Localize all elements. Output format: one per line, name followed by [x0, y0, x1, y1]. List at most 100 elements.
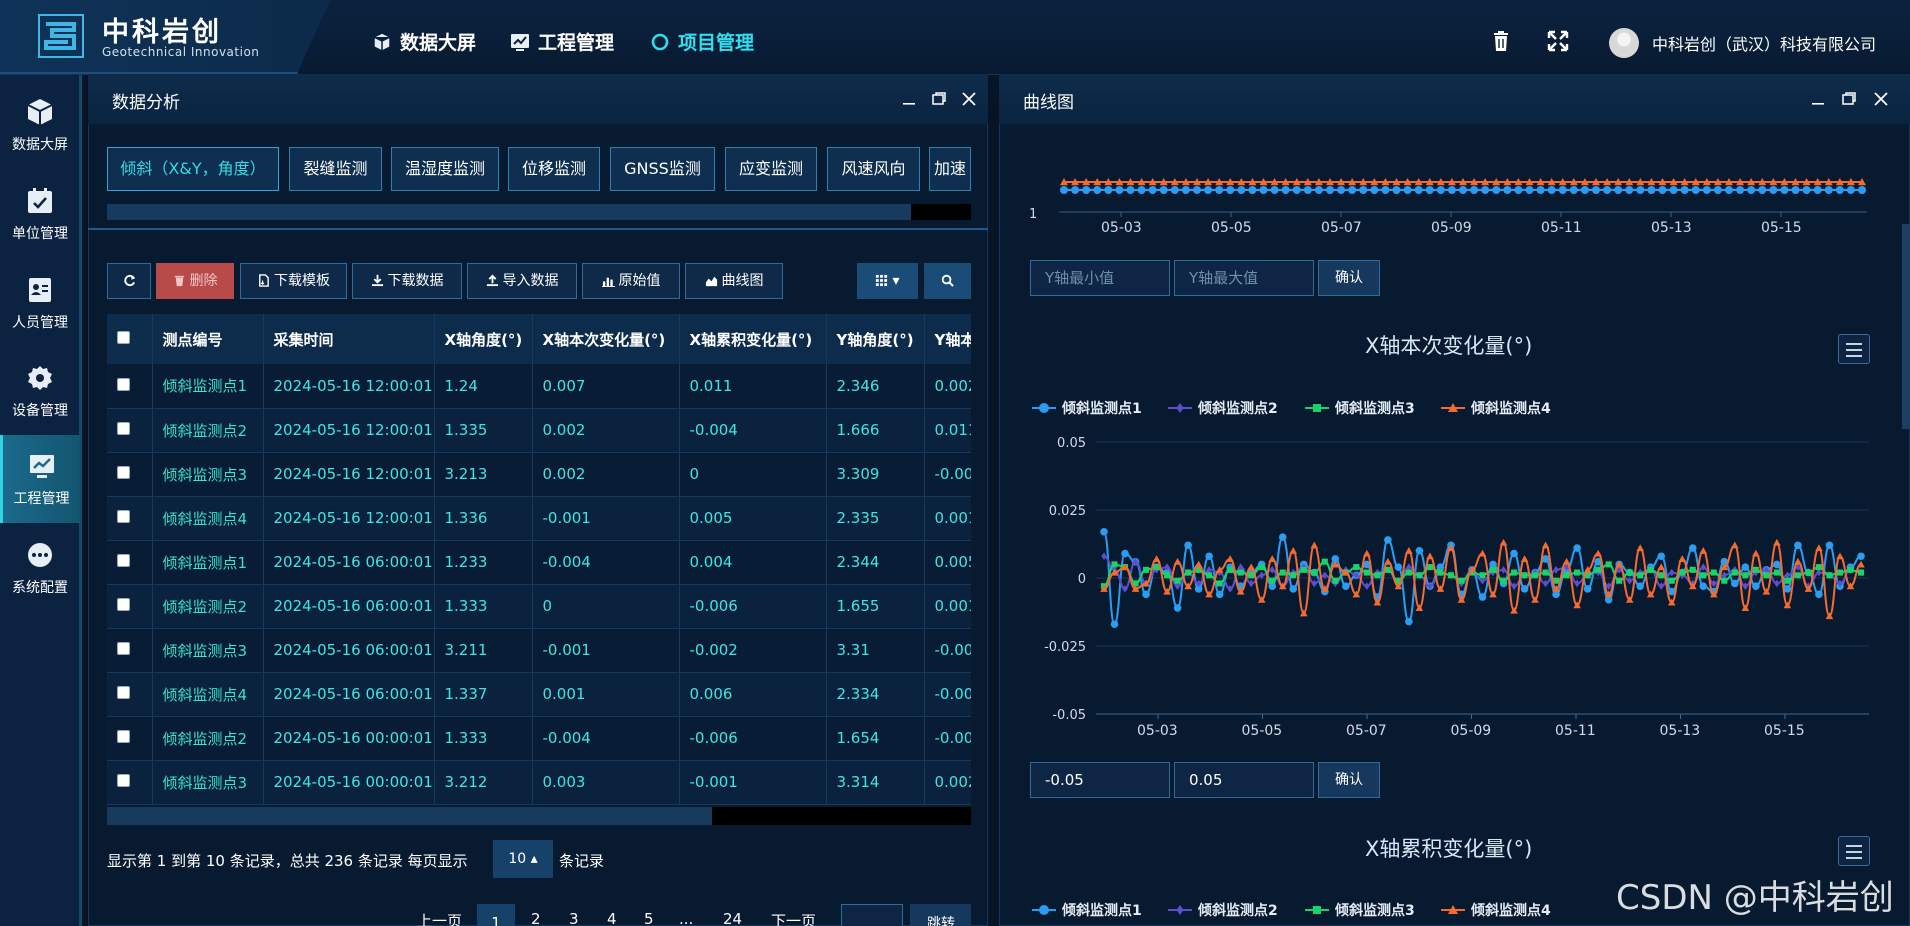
data-point[interactable] — [1437, 569, 1444, 576]
legend-item[interactable]: 倾斜监测点4 — [1441, 900, 1551, 920]
download-template-button[interactable]: 下载模板 — [240, 263, 347, 299]
data-point[interactable] — [1152, 555, 1161, 562]
data-point[interactable] — [1780, 186, 1789, 194]
data-point[interactable] — [1520, 585, 1529, 593]
data-point[interactable] — [1193, 186, 1201, 194]
page-link-current[interactable]: 1 — [477, 904, 515, 926]
data-point[interactable] — [1637, 572, 1644, 579]
data-point[interactable] — [1364, 582, 1370, 590]
column-header[interactable]: 测点编号 — [152, 314, 264, 364]
data-point[interactable] — [1678, 555, 1687, 562]
data-point[interactable] — [1215, 590, 1224, 599]
data-point[interactable] — [1499, 538, 1508, 546]
data-point[interactable] — [1784, 577, 1791, 584]
data-point[interactable] — [1580, 186, 1589, 194]
table-scrollbar[interactable] — [107, 807, 971, 825]
data-point[interactable] — [1558, 186, 1567, 194]
data-point[interactable] — [1405, 569, 1412, 576]
jump-button[interactable]: 跳转 — [910, 904, 971, 926]
data-point[interactable] — [1791, 186, 1800, 194]
page-link[interactable]: 4 — [607, 910, 617, 926]
data-point[interactable] — [1290, 572, 1297, 579]
data-point[interactable] — [1563, 572, 1570, 579]
table-cell[interactable]: 倾斜监测点2 — [152, 408, 264, 453]
data-point[interactable] — [1614, 186, 1623, 194]
data-point[interactable] — [1514, 186, 1523, 194]
category-scrollbar[interactable] — [107, 204, 971, 220]
data-point[interactable] — [1426, 564, 1433, 571]
table-row[interactable]: 倾斜监测点2 2024-05-16 00:00:01 1.333 -0.004 -0.0… — [107, 716, 971, 761]
data-point[interactable] — [1625, 186, 1634, 194]
fullscreen-icon[interactable] — [1547, 30, 1569, 52]
data-point[interactable] — [1857, 560, 1865, 568]
table-row[interactable]: 倾斜监测点1 2024-05-16 06:00:01 1.233 -0.004 0.00… — [107, 540, 971, 585]
data-point[interactable] — [1279, 569, 1286, 576]
data-point[interactable] — [1126, 186, 1135, 194]
data-point[interactable] — [1270, 186, 1279, 194]
data-point[interactable] — [1636, 582, 1645, 590]
data-point[interactable] — [1520, 555, 1529, 562]
data-point[interactable] — [1525, 186, 1534, 194]
data-point[interactable] — [1721, 577, 1728, 584]
data-point[interactable] — [1689, 566, 1696, 573]
data-point[interactable] — [1403, 186, 1412, 194]
data-point[interactable] — [1574, 569, 1581, 576]
next-page-link[interactable]: 下一页 — [771, 910, 816, 926]
data-point[interactable] — [1289, 585, 1298, 593]
data-point[interactable] — [1511, 569, 1518, 576]
checkbox[interactable] — [117, 686, 130, 699]
data-point[interactable] — [1647, 566, 1654, 573]
data-point[interactable] — [1835, 186, 1844, 194]
data-point[interactable] — [1159, 186, 1168, 194]
data-point[interactable] — [1700, 563, 1706, 571]
data-point[interactable] — [1363, 569, 1370, 576]
data-point[interactable] — [1700, 572, 1707, 579]
row-checkbox-cell[interactable] — [107, 672, 153, 717]
data-point[interactable] — [1278, 533, 1287, 541]
chart-menu-button[interactable] — [1838, 334, 1870, 364]
data-point[interactable] — [1206, 572, 1213, 579]
data-point[interactable] — [1227, 566, 1234, 573]
data-point[interactable] — [1173, 557, 1182, 565]
data-point[interactable] — [1647, 186, 1656, 194]
columns-toggle-button[interactable]: ▾ — [857, 263, 918, 299]
data-point[interactable] — [1742, 582, 1749, 590]
table-cell[interactable]: 倾斜监测点1 — [152, 540, 264, 585]
data-point[interactable] — [1668, 577, 1675, 584]
data-point[interactable] — [1060, 186, 1068, 194]
data-point[interactable] — [1205, 552, 1213, 561]
data-point[interactable] — [1292, 186, 1301, 194]
row-checkbox-cell[interactable] — [107, 628, 153, 673]
data-point[interactable] — [1337, 186, 1346, 194]
data-point[interactable] — [1184, 541, 1192, 550]
category-strain[interactable]: 应变监测 — [725, 147, 817, 191]
data-point[interactable] — [1370, 186, 1379, 194]
data-point[interactable] — [1713, 186, 1722, 194]
table-row[interactable]: 倾斜监测点3 2024-05-16 12:00:01 3.213 0.002 0 3.30… — [107, 452, 971, 497]
data-point[interactable] — [1381, 186, 1390, 194]
data-point[interactable] — [1813, 186, 1822, 194]
column-header[interactable]: X轴累积变化量(°) — [679, 314, 827, 364]
data-point[interactable] — [1194, 560, 1203, 568]
row-checkbox-cell[interactable] — [107, 452, 153, 497]
data-point[interactable] — [1148, 186, 1157, 194]
maximize-icon[interactable] — [930, 90, 948, 108]
data-point[interactable] — [1121, 549, 1129, 558]
data-point[interactable] — [1542, 569, 1549, 576]
data-point[interactable] — [1093, 186, 1102, 194]
minimize-icon[interactable] — [900, 90, 918, 108]
data-point[interactable] — [1769, 186, 1778, 194]
data-point[interactable] — [1115, 186, 1124, 194]
checkbox[interactable] — [117, 598, 130, 611]
data-point[interactable] — [1752, 566, 1759, 573]
data-point[interactable] — [1773, 560, 1781, 569]
close-icon[interactable] — [1872, 90, 1890, 108]
data-point[interactable] — [1353, 564, 1360, 571]
data-point[interactable] — [1405, 617, 1413, 626]
table-row[interactable]: 倾斜监测点4 2024-05-16 06:00:01 1.337 0.001 0.006… — [107, 672, 971, 717]
sidebar-item-personnel[interactable]: 人员管理 — [0, 259, 80, 345]
table-row[interactable]: 倾斜监测点3 2024-05-16 06:00:01 3.211 -0.001 -0.0… — [107, 628, 971, 673]
minimize-icon[interactable] — [1809, 90, 1827, 108]
data-point[interactable] — [1636, 544, 1645, 552]
table-row[interactable]: 倾斜监测点3 2024-05-16 00:00:01 3.212 0.003 -0.00… — [107, 760, 971, 805]
